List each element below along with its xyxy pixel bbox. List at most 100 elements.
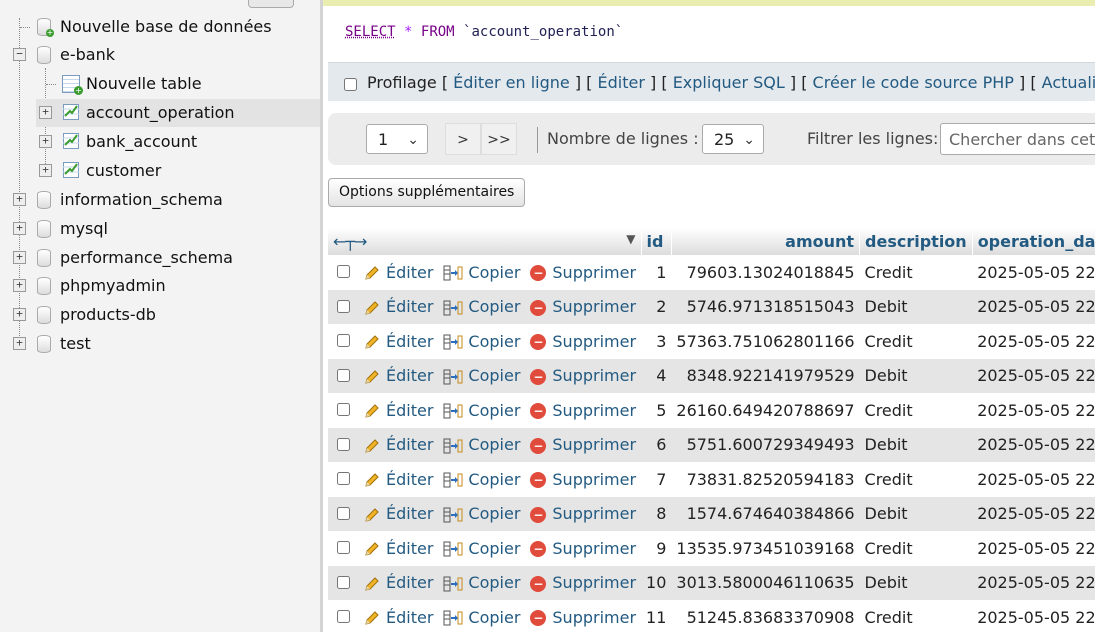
page-select[interactable]: 1 ⌄ [366, 124, 428, 154]
expand-icon[interactable]: + [13, 251, 26, 264]
sidebar-item-phpmyadmin[interactable]: + phpmyadmin [0, 272, 320, 300]
row-checkbox[interactable] [337, 334, 350, 348]
expand-icon[interactable]: + [13, 193, 26, 206]
sidebar-item-e-bank[interactable]: − e-bank [0, 41, 320, 69]
delete-row-button[interactable]: − Supprimer [525, 531, 642, 566]
pencil-icon [365, 335, 379, 349]
sidebar-item-customer[interactable]: + customer [0, 157, 320, 185]
create-php-code-link[interactable]: Créer le code source PHP [813, 73, 1014, 92]
expand-icon[interactable]: + [39, 135, 52, 148]
expand-icon[interactable]: + [39, 106, 52, 119]
row-checkbox[interactable] [337, 265, 350, 279]
next-page-button[interactable]: > [445, 123, 481, 155]
sidebar-item-new-table[interactable]: + Nouvelle table [0, 70, 320, 98]
delete-row-button[interactable]: − Supprimer [525, 496, 642, 531]
column-header-description[interactable]: description [859, 228, 973, 255]
explain-sql-link[interactable]: Expliquer SQL [673, 73, 785, 92]
copy-row-button[interactable]: Copier [438, 324, 526, 359]
sidebar-item-label: e-bank [60, 45, 115, 64]
edit-query-link[interactable]: Éditer [598, 73, 645, 92]
collapse-icon[interactable]: − [13, 48, 26, 61]
rows-count-select[interactable]: 25 ⌄ [702, 124, 764, 154]
edit-row-button[interactable]: Éditer [358, 531, 439, 566]
column-header-amount[interactable]: amount [671, 228, 861, 255]
row-checkbox[interactable] [337, 368, 350, 382]
edit-row-button[interactable]: Éditer [358, 393, 439, 428]
sidebar-item-bank-account[interactable]: + bank_account [0, 128, 320, 156]
edit-row-button[interactable]: Éditer [358, 600, 439, 632]
edit-row-button[interactable]: Éditer [358, 289, 439, 324]
sidebar-item-products-db[interactable]: + products-db [0, 301, 320, 329]
row-checkbox[interactable] [337, 403, 350, 417]
sidebar-item-information-schema[interactable]: + information_schema [0, 186, 320, 214]
profiling-checkbox[interactable] [344, 78, 357, 91]
delete-row-button[interactable]: − Supprimer [525, 565, 642, 600]
copy-row-button[interactable]: Copier [438, 427, 526, 462]
delete-row-button[interactable]: − Supprimer [525, 255, 642, 290]
delete-icon: − [530, 265, 547, 282]
copy-row-button[interactable]: Copier [438, 393, 526, 428]
row-checkbox[interactable] [337, 299, 350, 313]
expand-icon[interactable]: + [13, 222, 26, 235]
edit-inline-link[interactable]: Éditer en ligne [453, 73, 570, 92]
pencil-icon [365, 266, 379, 280]
sql-query[interactable]: SELECT * FROM `account_operation` [345, 24, 623, 40]
panel-toolbar-icon[interactable] [248, 0, 294, 8]
copy-row-button[interactable]: Copier [438, 462, 526, 497]
sidebar-item-new-database[interactable]: + Nouvelle base de données [0, 13, 320, 41]
filter-rows-input[interactable] [940, 123, 1095, 155]
last-page-button[interactable]: >> [481, 123, 517, 155]
sidebar-item-test[interactable]: + test [0, 330, 320, 358]
row-checkbox[interactable] [337, 610, 350, 624]
edit-row-button[interactable]: Éditer [358, 462, 439, 497]
cell-amount: 26160.649420788697 [671, 393, 860, 428]
delete-row-button[interactable]: − Supprimer [525, 289, 642, 324]
cell-operation-date: 2025-05-05 22:3 [972, 565, 1095, 600]
sidebar-item-performance-schema[interactable]: + performance_schema [0, 244, 320, 272]
delete-row-button[interactable]: − Supprimer [525, 462, 642, 497]
column-header-operation-date[interactable]: operation_date [972, 228, 1095, 255]
edit-row-button[interactable]: Éditer [358, 496, 439, 531]
row-checkbox[interactable] [337, 506, 350, 520]
copy-row-button[interactable]: Copier [438, 358, 526, 393]
copy-row-button[interactable]: Copier [438, 565, 526, 600]
column-header-id[interactable]: id [641, 228, 672, 255]
copy-row-button[interactable]: Copier [438, 531, 526, 566]
expand-icon[interactable]: + [39, 164, 52, 177]
expand-icon[interactable]: + [13, 279, 26, 292]
sidebar-item-label: account_operation [86, 103, 235, 122]
row-checkbox[interactable] [337, 472, 350, 486]
sql-keyword-select[interactable]: SELECT [345, 24, 396, 40]
delete-row-button[interactable]: − Supprimer [525, 600, 642, 632]
edit-row-button[interactable]: Éditer [358, 358, 439, 393]
delete-row-button[interactable]: − Supprimer [525, 358, 642, 393]
copy-icon [443, 610, 463, 626]
delete-icon: − [530, 472, 547, 489]
row-checkbox[interactable] [337, 541, 350, 555]
more-options-button[interactable]: Options supplémentaires [328, 178, 526, 207]
copy-row-button[interactable]: Copier [438, 600, 526, 632]
sidebar-item-account-operation[interactable]: + account_operation [36, 99, 320, 127]
refresh-link[interactable]: Actualiser [1042, 73, 1095, 92]
sidebar-item-mysql[interactable]: + mysql [0, 215, 320, 243]
cell-description: Credit [859, 324, 973, 359]
edit-row-button[interactable]: Éditer [358, 427, 439, 462]
expand-icon[interactable]: + [13, 337, 26, 350]
delete-row-button[interactable]: − Supprimer [525, 427, 642, 462]
copy-row-button[interactable]: Copier [438, 496, 526, 531]
edit-row-button[interactable]: Éditer [358, 565, 439, 600]
expand-icon[interactable]: + [13, 308, 26, 321]
edit-row-button[interactable]: Éditer [358, 255, 439, 290]
column-arrows-icon[interactable]: ←┬→ [333, 232, 367, 251]
delete-row-button[interactable]: − Supprimer [525, 393, 642, 428]
edit-row-button[interactable]: Éditer [358, 324, 439, 359]
copy-row-button[interactable]: Copier [438, 289, 526, 324]
cell-description: Debit [859, 496, 973, 531]
copy-row-button[interactable]: Copier [438, 255, 526, 290]
row-checkbox[interactable] [337, 575, 350, 589]
sort-caret-icon[interactable]: ▼ [626, 232, 635, 246]
row-actions-header: ←┬→ ▼ [328, 228, 642, 255]
row-checkbox[interactable] [337, 437, 350, 451]
delete-row-button[interactable]: − Supprimer [525, 324, 642, 359]
filter-rows-label: Filtrer les lignes: [807, 129, 939, 148]
